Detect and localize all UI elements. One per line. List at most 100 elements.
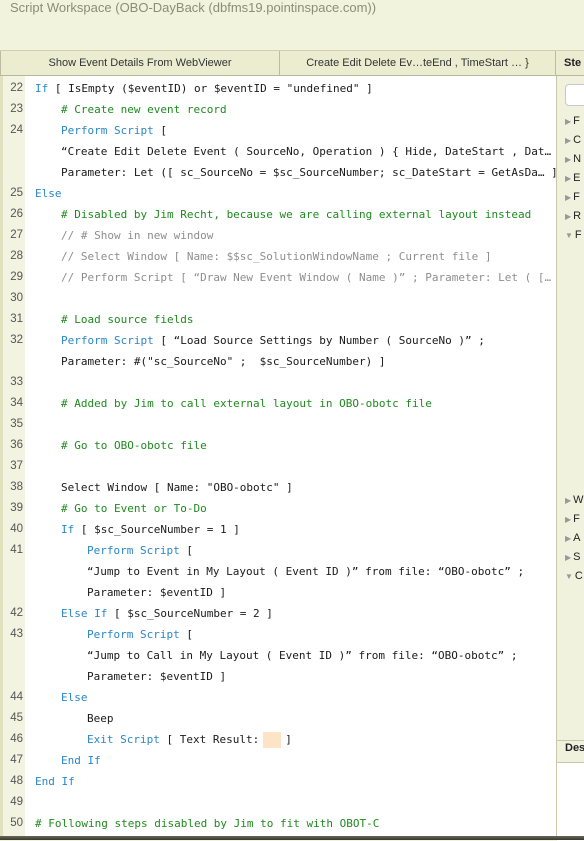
step-category[interactable]: ▶ F — [565, 510, 580, 529]
line-number: 44 — [10, 691, 23, 703]
script-step-row[interactable]: 44 Else — [3, 687, 556, 708]
line-number: 50 — [10, 817, 23, 829]
line-number: 39 — [10, 502, 23, 514]
line-number: 47 — [10, 754, 23, 766]
script-step-row[interactable]: 30 — [3, 288, 556, 309]
step-keyword: Exit Script — [87, 733, 160, 746]
script-step-text: # Go to Event or To-Do — [61, 498, 207, 519]
script-editor[interactable]: 22 If [ IsEmpty ($eventID) or $eventID = … — [0, 76, 556, 836]
script-step-row[interactable]: 35 — [3, 414, 556, 435]
script-step-row[interactable]: 38 Select Window [ Name: "OBO-obotc" ] — [3, 477, 556, 498]
disclosure-collapsed-icon[interactable]: ▶ — [565, 155, 571, 164]
line-number: 40 — [10, 523, 23, 535]
script-step-row[interactable]: 41 Perform Script [ — [3, 540, 556, 561]
step-category[interactable]: ▶ W — [565, 491, 584, 510]
disclosure-collapsed-icon[interactable]: ▶ — [565, 515, 571, 524]
step-keyword: If — [35, 82, 49, 95]
script-step-row[interactable]: 34 # Added by Jim to call external layout… — [3, 393, 556, 414]
script-step-row[interactable]: Parameter: Let ([ sc_SourceNo = $sc_Sour… — [3, 162, 556, 183]
script-step-row[interactable]: 45 Beep — [3, 708, 556, 729]
script-step-row[interactable]: 37 — [3, 456, 556, 477]
script-step-text: Parameter: Let ([ sc_SourceNo = $sc_Sour… — [61, 162, 556, 183]
script-step-row[interactable]: 27 // # Show in new window — [3, 225, 556, 246]
script-step-row[interactable]: 48 End If — [3, 771, 556, 792]
script-step-row[interactable]: 29 // Perform Script [ “Draw New Event Wi… — [3, 267, 556, 288]
step-category[interactable]: ▶ A — [565, 529, 581, 548]
disclosure-collapsed-icon[interactable]: ▶ — [565, 553, 571, 562]
step-category[interactable]: ▶ S — [565, 548, 581, 567]
script-step-text: # Create new event record — [61, 99, 227, 120]
script-step-row[interactable]: 36 # Go to OBO-obotc file — [3, 435, 556, 456]
tab-show-event-details[interactable]: Show Event Details From WebViewer — [0, 51, 280, 76]
step-category[interactable]: ▶ E — [565, 169, 581, 188]
script-step-row[interactable]: 40 If [ $sc_SourceNumber = 1 ] — [3, 519, 556, 540]
disclosure-collapsed-icon[interactable]: ▶ — [565, 193, 571, 202]
line-number: 33 — [10, 376, 23, 388]
script-step-text: # Added by Jim to call external layout i… — [61, 393, 432, 414]
script-step-row[interactable]: 47 End If — [3, 750, 556, 771]
empty-calculation-field[interactable] — [263, 732, 282, 748]
step-category-label: C — [574, 570, 583, 582]
script-step-row[interactable]: “Jump to Event in My Layout ( Event ID )… — [3, 561, 556, 582]
step-category[interactable]: ▶ N — [565, 150, 581, 169]
disabled-step: // Select Window [ Name: $$sc_SolutionWi… — [61, 250, 492, 263]
step-category-label: F — [573, 115, 580, 127]
script-step-row[interactable]: 32 Perform Script [ “Load Source Settings… — [3, 330, 556, 351]
script-step-row[interactable]: 49 — [3, 792, 556, 813]
disclosure-collapsed-icon[interactable]: ▶ — [565, 496, 571, 505]
line-number: 41 — [10, 544, 23, 556]
line-number: 24 — [10, 124, 23, 136]
disclosure-collapsed-icon[interactable]: ▶ — [565, 212, 571, 221]
script-step-text: # Disabled by Jim Recht, because we are … — [61, 204, 531, 225]
script-step-row[interactable]: 31 # Load source fields — [3, 309, 556, 330]
script-step-text: “Jump to Call in My Layout ( Event ID )”… — [87, 645, 517, 666]
tab-create-edit-delete-event[interactable]: Create Edit Delete Ev…teEnd , TimeStart … — [280, 51, 556, 76]
script-step-row[interactable]: 39 # Go to Event or To-Do — [3, 498, 556, 519]
script-step-row[interactable]: 22 If [ IsEmpty ($eventID) or $eventID = … — [3, 78, 556, 99]
script-step-row[interactable]: 50 # Following steps disabled by Jim to f… — [3, 813, 556, 834]
script-step-row[interactable]: Parameter: #("sc_SourceNo" ; $sc_SourceN… — [3, 351, 556, 372]
disclosure-expanded-icon[interactable]: ▼ — [565, 231, 573, 240]
script-step-text: “Jump to Event in My Layout ( Event ID )… — [87, 561, 524, 582]
step-category[interactable]: ▶ R — [565, 207, 581, 226]
step-parameters: Parameter: Let ([ sc_SourceNo = $sc_Sour… — [61, 166, 556, 179]
disclosure-collapsed-icon[interactable]: ▶ — [565, 534, 571, 543]
script-step-text: Parameter: $eventID ] — [87, 582, 226, 603]
line-number: 49 — [10, 796, 23, 808]
step-parameters: “Jump to Event in My Layout ( Event ID )… — [87, 565, 525, 578]
disclosure-collapsed-icon[interactable]: ▶ — [565, 136, 571, 145]
script-step-row[interactable]: 42 Else If [ $sc_SourceNumber = 2 ] — [3, 603, 556, 624]
script-step-row[interactable]: 43 Perform Script [ — [3, 624, 556, 645]
step-parameters: [ Text Result: — [159, 733, 260, 746]
script-step-row[interactable]: 28 // Select Window [ Name: $$sc_Solution… — [3, 246, 556, 267]
script-step-text: # Load source fields — [61, 309, 193, 330]
script-step-row[interactable]: 25 Else — [3, 183, 556, 204]
script-step-row[interactable]: 26 # Disabled by Jim Recht, because we ar… — [3, 204, 556, 225]
script-step-text: End If — [35, 771, 75, 792]
line-number: 30 — [10, 292, 23, 304]
step-category[interactable]: ▼ F — [565, 226, 582, 245]
disclosure-collapsed-icon[interactable]: ▶ — [565, 117, 571, 126]
step-category[interactable]: ▼ C — [565, 567, 583, 586]
step-category[interactable]: ▶ F — [565, 188, 580, 207]
script-step-row[interactable]: “Jump to Call in My Layout ( Event ID )”… — [3, 645, 556, 666]
script-step-row[interactable]: Parameter: $eventID ] — [3, 666, 556, 687]
script-step-row[interactable]: “Create Edit Delete Event ( SourceNo, Op… — [3, 141, 556, 162]
steps-search-input[interactable] — [565, 84, 584, 106]
script-step-row[interactable]: Parameter: $eventID ] — [3, 582, 556, 603]
line-number: 25 — [10, 187, 23, 199]
script-step-row[interactable]: 46 Exit Script [ Text Result:] — [3, 729, 556, 750]
step-comment: # Added by Jim to call external layout i… — [61, 397, 432, 410]
script-step-row[interactable]: 23 # Create new event record — [3, 99, 556, 120]
step-comment: # Load source fields — [61, 313, 194, 326]
script-step-text: Exit Script [ Text Result:] — [87, 729, 292, 750]
script-step-row[interactable]: 24 Perform Script [ — [3, 120, 556, 141]
step-comment: # Following steps disabled by Jim to fit… — [35, 817, 380, 830]
disclosure-expanded-icon[interactable]: ▼ — [565, 572, 573, 581]
script-step-row[interactable]: 33 — [3, 372, 556, 393]
step-keyword: If — [61, 523, 75, 536]
step-category[interactable]: ▶ C — [565, 131, 581, 150]
disclosure-collapsed-icon[interactable]: ▶ — [565, 174, 571, 183]
step-category[interactable]: ▶ F — [565, 112, 580, 131]
step-parameters: “Create Edit Delete Event ( SourceNo, Op… — [61, 145, 552, 158]
